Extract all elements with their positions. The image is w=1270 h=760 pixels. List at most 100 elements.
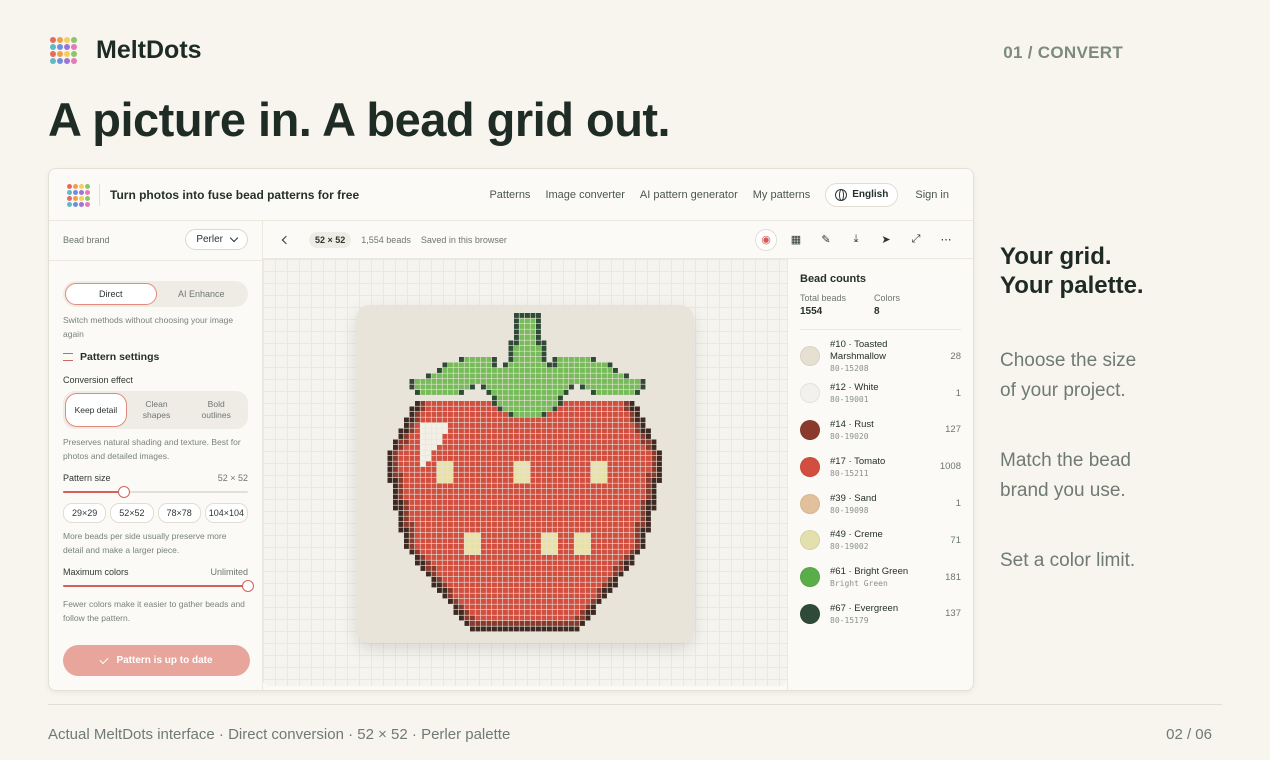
pattern-canvas[interactable] bbox=[263, 259, 787, 686]
bead bbox=[464, 357, 470, 362]
bead bbox=[448, 593, 453, 599]
bead bbox=[503, 560, 508, 566]
bead bbox=[580, 373, 585, 379]
bead bbox=[486, 615, 492, 621]
back-chevron-icon[interactable] bbox=[281, 235, 291, 244]
color-row[interactable]: #12 · White 80-19001 1 bbox=[800, 375, 961, 412]
pencil-icon[interactable]: ✎ bbox=[815, 229, 837, 251]
expand-icon[interactable]: ⤢ bbox=[905, 229, 927, 251]
bead bbox=[409, 511, 415, 516]
bead bbox=[431, 571, 437, 577]
bead bbox=[420, 522, 426, 527]
bead bbox=[442, 516, 448, 522]
bead bbox=[503, 599, 508, 604]
bead bbox=[431, 577, 437, 582]
bead bbox=[563, 423, 569, 428]
color-row[interactable]: #67 · Evergreen 80-15179 137 bbox=[800, 596, 961, 633]
app-logo-icon[interactable] bbox=[67, 183, 90, 207]
bead bbox=[508, 390, 514, 395]
bead bbox=[486, 379, 492, 384]
size-preset-104[interactable]: 104×104 bbox=[204, 503, 248, 523]
bead bbox=[503, 544, 508, 549]
bead bbox=[530, 511, 536, 516]
bead bbox=[569, 626, 574, 632]
nav-image-converter[interactable]: Image converter bbox=[545, 189, 624, 201]
bead bbox=[591, 417, 596, 423]
bead bbox=[448, 549, 453, 555]
grid-icon[interactable]: ▦ bbox=[785, 229, 807, 251]
send-icon[interactable]: ➤ bbox=[875, 229, 897, 251]
bead bbox=[519, 368, 525, 373]
bead bbox=[519, 379, 525, 384]
bead bbox=[525, 439, 530, 445]
bead bbox=[442, 472, 448, 478]
pattern-up-to-date-button[interactable]: Pattern is up to date bbox=[63, 645, 250, 676]
color-row[interactable]: #49 · Creme 80-19002 71 bbox=[800, 522, 961, 559]
bead bbox=[624, 483, 629, 489]
bead bbox=[503, 461, 508, 467]
bead bbox=[420, 428, 426, 434]
bead bbox=[530, 379, 536, 384]
size-preset-29[interactable]: 29×29 bbox=[63, 503, 107, 523]
nav-my-patterns[interactable]: My patterns bbox=[753, 189, 810, 201]
bead bbox=[624, 560, 629, 566]
mode-ai-enhance[interactable]: AI Enhance bbox=[157, 283, 247, 305]
color-row[interactable]: #17 · Tomato 80-15211 1008 bbox=[800, 448, 961, 485]
sign-in-link[interactable]: Sign in bbox=[915, 189, 949, 201]
max-colors-slider[interactable] bbox=[63, 580, 254, 592]
bead bbox=[629, 417, 635, 423]
nav-patterns[interactable]: Patterns bbox=[489, 189, 530, 201]
bead bbox=[596, 538, 602, 544]
color-row[interactable]: #10 · Toasted Marshmallow 80-15208 28 bbox=[800, 338, 961, 375]
color-row[interactable]: #61 · Bright Green Bright Green 181 bbox=[800, 559, 961, 596]
slider-thumb[interactable] bbox=[118, 486, 131, 498]
bead bbox=[640, 505, 646, 511]
more-icon[interactable]: ⋯ bbox=[935, 229, 957, 251]
bead bbox=[624, 511, 629, 516]
bead bbox=[580, 450, 585, 456]
size-preset-78[interactable]: 78×78 bbox=[157, 503, 201, 523]
bead bbox=[431, 417, 437, 423]
bead bbox=[497, 461, 503, 467]
bead bbox=[558, 582, 563, 588]
bead-brand-select[interactable]: Perler bbox=[185, 229, 248, 250]
bead bbox=[431, 384, 437, 390]
bead bbox=[525, 395, 530, 401]
bead bbox=[508, 511, 514, 516]
bead bbox=[530, 489, 536, 494]
bead bbox=[563, 549, 569, 555]
bead bbox=[486, 593, 492, 599]
bead bbox=[442, 489, 448, 494]
download-icon[interactable]: ⤓ bbox=[845, 229, 867, 251]
bead bbox=[580, 566, 585, 571]
effect-bold-outlines[interactable]: Bold outlines bbox=[186, 393, 246, 427]
bead bbox=[530, 423, 536, 428]
size-preset-52[interactable]: 52×52 bbox=[110, 503, 154, 523]
bead bbox=[640, 538, 646, 544]
feature-point-line: Choose the size bbox=[1000, 350, 1137, 371]
bead bbox=[420, 434, 426, 439]
eye-icon[interactable]: ◉ bbox=[755, 228, 777, 251]
bead bbox=[558, 478, 563, 483]
bead bbox=[618, 533, 624, 538]
color-row[interactable]: #14 · Rust 80-19020 127 bbox=[800, 412, 961, 449]
bead bbox=[415, 505, 420, 511]
bead bbox=[470, 461, 475, 467]
bead bbox=[569, 566, 574, 571]
app-window: Turn photos into fuse bead patterns for … bbox=[48, 168, 974, 691]
bead bbox=[497, 406, 503, 412]
bead bbox=[569, 428, 574, 434]
bead bbox=[563, 357, 569, 362]
bead bbox=[409, 472, 415, 478]
effect-clean-shapes[interactable]: Clean shapes bbox=[127, 393, 187, 427]
nav-ai-pattern-generator[interactable]: AI pattern generator bbox=[640, 189, 738, 201]
effect-keep-detail[interactable]: Keep detail bbox=[65, 393, 127, 427]
bead bbox=[475, 621, 481, 626]
bead bbox=[508, 500, 514, 505]
color-row[interactable]: #39 · Sand 80-19098 1 bbox=[800, 485, 961, 522]
language-button[interactable]: English bbox=[825, 182, 899, 207]
bead bbox=[530, 324, 536, 329]
pattern-size-slider[interactable] bbox=[63, 486, 248, 498]
mode-direct[interactable]: Direct bbox=[65, 283, 157, 305]
slider-thumb[interactable] bbox=[242, 580, 254, 592]
